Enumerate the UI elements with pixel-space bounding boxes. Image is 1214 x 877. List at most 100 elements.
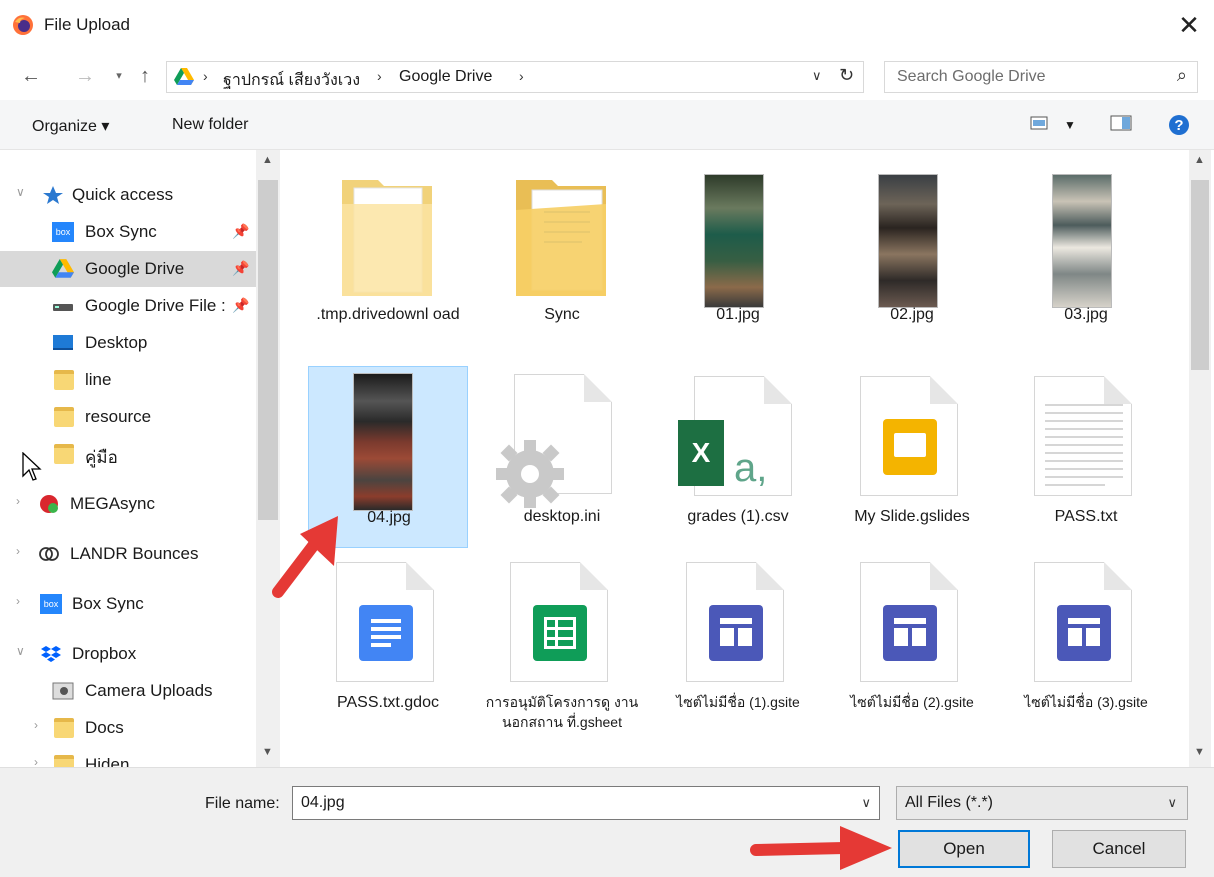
search-icon[interactable]: ⌕ bbox=[1177, 65, 1187, 86]
sidebar-item-resource[interactable]: resource bbox=[0, 399, 256, 435]
chevron-right-icon[interactable]: › bbox=[16, 594, 20, 608]
sidebar-item-line[interactable]: line bbox=[0, 362, 256, 398]
breadcrumb-item-google-drive[interactable]: Google Drive bbox=[399, 68, 492, 86]
camera-folder-icon bbox=[52, 682, 74, 700]
chevron-down-icon[interactable]: ∨ bbox=[1167, 795, 1177, 811]
file-item-01-jpg[interactable]: 01.jpg bbox=[658, 164, 818, 346]
sidebar-item-box-sync-2[interactable]: › box Box Sync bbox=[0, 586, 256, 622]
sidebar-item-desktop[interactable]: Desktop bbox=[0, 325, 256, 361]
folder-icon bbox=[516, 180, 606, 296]
cancel-button[interactable]: Cancel bbox=[1052, 830, 1186, 868]
breadcrumb-item-user[interactable]: ฐาปกรณ์ เสียงวังเวง bbox=[223, 68, 360, 93]
scrollbar-thumb[interactable] bbox=[1191, 180, 1209, 370]
file-item-02-jpg[interactable]: 02.jpg bbox=[832, 164, 992, 346]
address-bar[interactable]: › ฐาปกรณ์ เสียงวังเวง › Google Drive › ∨… bbox=[166, 61, 864, 93]
google-slides-icon bbox=[883, 419, 937, 475]
file-item-my-slide-gslides[interactable]: My Slide.gslides bbox=[832, 366, 992, 548]
sidebar-item-quick-access[interactable]: ∨ Quick access bbox=[0, 177, 256, 213]
file-list: .tmp.drivedownl oad Sync 01.jpg 02.jpg 0… bbox=[282, 150, 1194, 767]
file-item-grades-csv[interactable]: X a, grades (1).csv bbox=[658, 366, 818, 548]
drive-icon bbox=[53, 304, 73, 311]
sidebar-item-hiden[interactable]: › Hiden bbox=[0, 747, 256, 767]
content-scrollbar[interactable]: ▲ ▼ bbox=[1189, 150, 1211, 767]
google-drive-icon bbox=[52, 259, 74, 278]
pin-icon: 📌 bbox=[232, 260, 250, 276]
chevron-right-icon[interactable]: › bbox=[16, 494, 20, 508]
file-item-sync[interactable]: Sync bbox=[482, 164, 642, 346]
sidebar-item-label: Docs bbox=[85, 718, 124, 737]
search-placeholder: Search Google Drive bbox=[897, 68, 1046, 85]
chevron-down-icon[interactable]: ∨ bbox=[861, 795, 871, 811]
document-icon bbox=[1034, 562, 1132, 682]
image-thumbnail bbox=[878, 174, 938, 308]
folder-icon bbox=[342, 180, 432, 296]
chevron-down-icon[interactable]: ∨ bbox=[16, 644, 25, 658]
sidebar-item-label: Camera Uploads bbox=[85, 681, 213, 700]
google-drive-icon bbox=[174, 68, 194, 85]
new-folder-button[interactable]: New folder bbox=[172, 116, 248, 134]
up-arrow-icon[interactable]: ↑ bbox=[134, 64, 156, 88]
help-icon[interactable]: ? bbox=[1168, 114, 1190, 136]
forward-arrow-icon[interactable]: → bbox=[74, 64, 96, 88]
scroll-up-icon[interactable]: ▲ bbox=[262, 154, 273, 166]
chevron-right-icon[interactable]: › bbox=[16, 544, 20, 558]
file-item-pass-txt[interactable]: PASS.txt bbox=[1006, 366, 1166, 548]
refresh-icon[interactable]: ↻ bbox=[839, 65, 854, 86]
change-view-icon[interactable] bbox=[1030, 114, 1050, 132]
sidebar-item-google-drive-file-stream[interactable]: Google Drive File : 📌 bbox=[0, 288, 256, 324]
close-icon[interactable]: ✕ bbox=[1176, 10, 1202, 40]
breadcrumb-separator-icon: › bbox=[519, 68, 524, 84]
sidebar-item-box-sync[interactable]: box Box Sync 📌 bbox=[0, 214, 256, 250]
file-type-select[interactable]: All Files (*.*) ∨ bbox=[896, 786, 1188, 820]
box-icon: box bbox=[52, 222, 74, 242]
annotation-arrow-icon bbox=[750, 826, 892, 870]
image-thumbnail bbox=[353, 373, 413, 511]
sidebar-item-label: Quick access bbox=[72, 185, 174, 204]
file-item-gsheet[interactable]: การอนุมัติโครงการดู งานนอกสถาน ที่.gshee… bbox=[482, 552, 642, 734]
file-type-value: All Files (*.*) bbox=[905, 794, 994, 811]
sidebar-item-label: Google Drive File : bbox=[85, 296, 226, 315]
organize-menu[interactable]: Organize ▾ bbox=[32, 116, 109, 136]
sidebar-item-camera-uploads[interactable]: Camera Uploads bbox=[0, 673, 256, 709]
chevron-right-icon[interactable]: › bbox=[34, 718, 38, 732]
chevron-down-icon[interactable]: ∨ bbox=[16, 185, 25, 199]
sidebar-item-docs[interactable]: › Docs bbox=[0, 710, 256, 746]
scroll-up-icon[interactable]: ▲ bbox=[1194, 154, 1205, 166]
sidebar-item-landr-bounces[interactable]: › LANDR Bounces bbox=[0, 536, 256, 572]
window-title: File Upload bbox=[44, 15, 130, 34]
sidebar-item-dropbox[interactable]: ∨ Dropbox bbox=[0, 636, 256, 672]
chevron-right-icon[interactable]: › bbox=[34, 755, 38, 767]
view-options-chevron-icon[interactable]: ▼ bbox=[1064, 118, 1076, 132]
file-item-tmp-drivedownload[interactable]: .tmp.drivedownl oad bbox=[308, 164, 468, 346]
sidebar-item-google-drive[interactable]: Google Drive 📌 bbox=[0, 251, 256, 287]
file-name: 03.jpg bbox=[1064, 306, 1108, 323]
file-name: การอนุมัติโครงการดู งานนอกสถาน ที่.gshee… bbox=[485, 694, 639, 730]
folder-icon bbox=[54, 370, 74, 390]
file-name-label: File name: bbox=[205, 795, 280, 812]
file-name-value: 04.jpg bbox=[301, 794, 345, 811]
file-name-input[interactable]: 04.jpg ∨ bbox=[292, 786, 880, 820]
sidebar-item-megasync[interactable]: › MEGAsync bbox=[0, 486, 256, 522]
sidebar-item-label: MEGAsync bbox=[70, 494, 156, 513]
file-item-gsite-3[interactable]: ไซต์ไม่มีชื่อ (3).gsite bbox=[1006, 552, 1166, 734]
landr-icon bbox=[39, 547, 59, 561]
preview-pane-icon[interactable] bbox=[1110, 114, 1132, 132]
file-item-03-jpg[interactable]: 03.jpg bbox=[1006, 164, 1166, 346]
recent-locations-chevron-icon[interactable]: ▾ bbox=[108, 64, 130, 88]
sidebar-scrollbar[interactable]: ▲ ▼ bbox=[256, 150, 280, 767]
back-arrow-icon[interactable]: ← bbox=[20, 64, 42, 88]
sidebar-item-label: Dropbox bbox=[72, 644, 137, 663]
text-document-icon bbox=[1034, 376, 1132, 496]
google-sites-icon bbox=[709, 605, 763, 661]
address-dropdown-icon[interactable]: ∨ bbox=[812, 68, 822, 84]
file-item-gsite-2[interactable]: ไซต์ไม่มีชื่อ (2).gsite bbox=[832, 552, 992, 734]
sidebar-item-label: LANDR Bounces bbox=[70, 544, 199, 563]
open-button[interactable]: Open bbox=[898, 830, 1030, 868]
search-box[interactable]: Search Google Drive ⌕ bbox=[884, 61, 1198, 93]
scrollbar-thumb[interactable] bbox=[258, 180, 278, 520]
scroll-down-icon[interactable]: ▼ bbox=[262, 746, 273, 758]
folder-icon bbox=[54, 444, 74, 464]
file-item-desktop-ini[interactable]: desktop.ini bbox=[482, 366, 642, 548]
scroll-down-icon[interactable]: ▼ bbox=[1194, 746, 1205, 758]
file-item-gsite-1[interactable]: ไซต์ไม่มีชื่อ (1).gsite bbox=[658, 552, 818, 734]
